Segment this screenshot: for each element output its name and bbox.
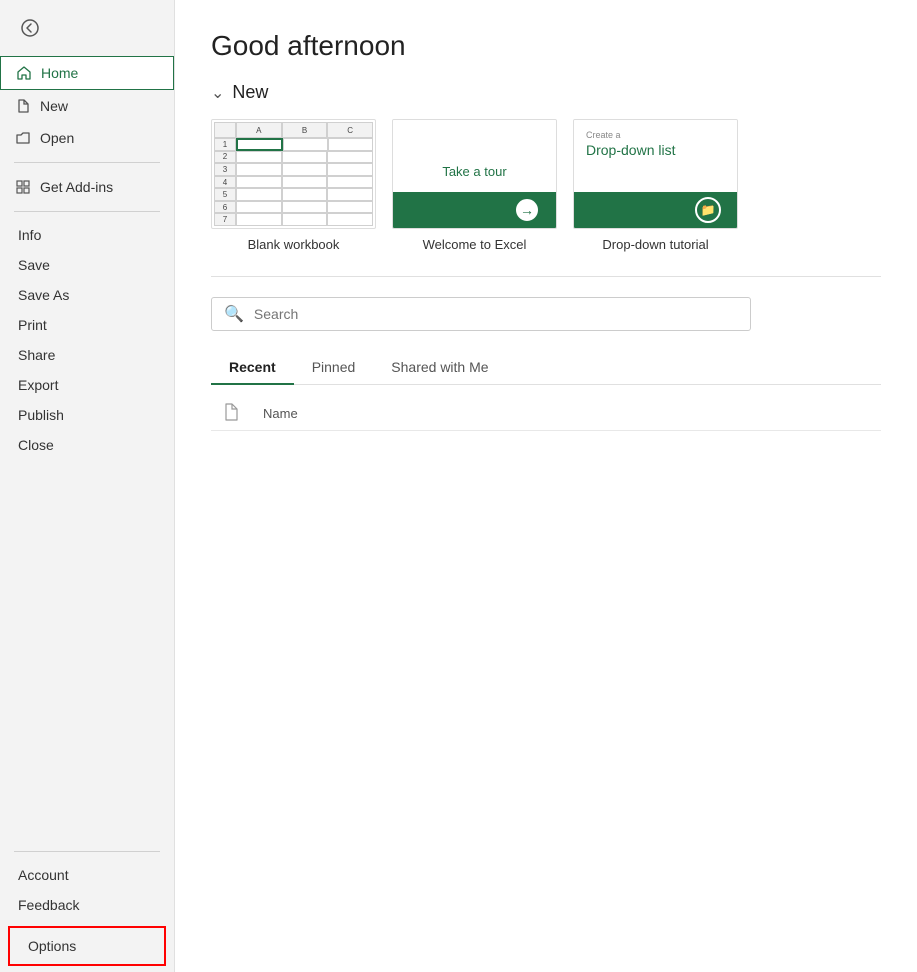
sidebar: Home New Open [0,0,175,972]
blank-label: Blank workbook [248,237,340,252]
search-icon: 🔍 [224,304,244,324]
welcome-thumb: Take a tour → [392,119,557,229]
dropdown-label: Drop-down tutorial [602,237,708,252]
sidebar-item-account[interactable]: Account [0,860,174,890]
file-name-col-header: Name [263,406,869,421]
dropdown-thumb: Create a Drop-down list 📁 [573,119,738,229]
welcome-top-text: Take a tour [442,164,506,179]
dropdown-create-text: Create a [586,130,725,141]
back-button[interactable] [10,8,50,48]
home-icon [15,65,33,81]
search-container: 🔍 [211,297,751,331]
section-divider [211,276,881,277]
template-dropdown[interactable]: Create a Drop-down list 📁 Drop-down tuto… [573,119,738,252]
dropdown-bar: 📁 [574,192,737,228]
new-label: New [40,98,68,114]
dropdown-top: Create a Drop-down list [574,120,737,192]
sidebar-item-addins[interactable]: Get Add-ins [0,171,174,203]
tab-recent[interactable]: Recent [211,351,294,385]
addins-icon [14,179,32,195]
dropdown-title-text: Drop-down list [586,141,725,159]
addins-label: Get Add-ins [40,179,113,195]
sidebar-item-open[interactable]: Open [0,122,174,154]
sidebar-nav: Home New Open [0,56,174,460]
sidebar-item-info[interactable]: Info [0,220,174,250]
sidebar-item-export[interactable]: Export [0,370,174,400]
sidebar-item-print[interactable]: Print [0,310,174,340]
new-section-title: New [232,82,268,103]
open-label: Open [40,130,74,146]
home-label: Home [41,65,78,81]
new-section-header: ⌄ New [211,82,881,103]
template-welcome[interactable]: Take a tour → Welcome to Excel [392,119,557,252]
greeting-heading: Good afternoon [211,30,881,62]
blank-thumb: A B C 1 2 [211,119,376,229]
files-tabs: Recent Pinned Shared with Me [211,351,881,385]
sidebar-item-publish[interactable]: Publish [0,400,174,430]
sidebar-item-save[interactable]: Save [0,250,174,280]
template-blank[interactable]: A B C 1 2 [211,119,376,252]
welcome-arrow-icon: → [514,197,540,223]
file-icon-col-header [223,403,251,424]
templates-grid: A B C 1 2 [211,119,881,252]
new-doc-icon [14,98,32,114]
welcome-bar: → [393,192,556,228]
sidebar-item-home[interactable]: Home [0,56,174,90]
sidebar-item-saveas[interactable]: Save As [0,280,174,310]
main-content: Good afternoon ⌄ New A B C 1 [175,0,917,972]
divider-1 [14,162,160,163]
open-icon [14,130,32,146]
divider-2 [14,211,160,212]
sidebar-item-new[interactable]: New [0,90,174,122]
chevron-down-icon[interactable]: ⌄ [211,83,224,103]
dropdown-icon: 📁 [695,197,721,223]
file-list-header: Name [211,397,881,431]
divider-bottom [14,851,160,852]
sidebar-item-share[interactable]: Share [0,340,174,370]
welcome-label: Welcome to Excel [423,237,527,252]
sidebar-bottom: Account Feedback Options [0,843,174,972]
sidebar-item-close[interactable]: Close [0,430,174,460]
search-input[interactable] [254,306,738,322]
tab-shared[interactable]: Shared with Me [373,351,506,385]
options-button[interactable]: Options [8,926,166,966]
tab-pinned[interactable]: Pinned [294,351,374,385]
sidebar-item-feedback[interactable]: Feedback [0,890,174,920]
